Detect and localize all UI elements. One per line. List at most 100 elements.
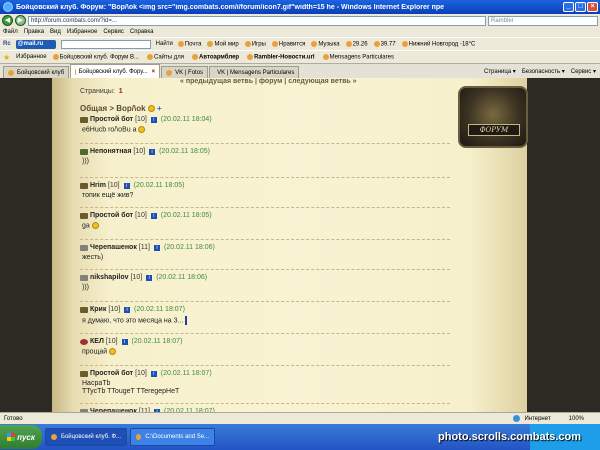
info-icon[interactable]: i: [123, 182, 130, 189]
info-icon[interactable]: i: [154, 244, 160, 251]
post-author[interactable]: Крик: [90, 306, 106, 313]
menu-item-1[interactable]: Правка: [24, 29, 44, 35]
post-author[interactable]: Простой бот: [90, 370, 133, 377]
forward-button[interactable]: ▶: [15, 15, 26, 26]
clan-icon[interactable]: [80, 370, 88, 377]
post-author[interactable]: Простой бот: [90, 116, 133, 123]
favorites-star-icon[interactable]: ★: [3, 53, 10, 62]
post-text: топик ещё жив?: [80, 192, 460, 199]
menu-item-3[interactable]: Избранное: [67, 29, 97, 35]
post-divider: [80, 143, 450, 144]
clan-icon[interactable]: [80, 274, 88, 281]
clan-icon[interactable]: [80, 306, 88, 313]
menu-item-4[interactable]: Сервис: [103, 29, 124, 35]
favorites-label[interactable]: Избранное: [16, 54, 46, 60]
back-button[interactable]: ◀: [2, 15, 13, 26]
tab-close-icon[interactable]: ×: [152, 69, 156, 75]
clan-icon[interactable]: [80, 212, 88, 219]
clan-icon[interactable]: [80, 338, 88, 345]
post-header: Простой бот [10] i (20.02.11 18:04): [80, 116, 460, 123]
post-author[interactable]: nikshapilov: [90, 274, 129, 281]
menu-item-0[interactable]: Файл: [3, 29, 18, 35]
start-button[interactable]: пуск: [0, 425, 42, 449]
browser-tab[interactable]: Бойцовский клуб: [3, 66, 70, 78]
page-link[interactable]: 1: [119, 88, 123, 95]
clan-icon[interactable]: [80, 148, 88, 155]
taskbar-button-label: Бойцовский клуб. Ф...: [61, 434, 122, 440]
thread-nav-links[interactable]: « предыдущая ветвь | форум | следующая в…: [180, 78, 357, 85]
browser-tab[interactable]: VK | Mensagens Particulares: [209, 66, 300, 78]
toolbar-item-label: Нижний Новгород -18°C: [408, 41, 476, 48]
forum-post: Hrim [10] i (20.02.11 18:05) топик ещё жив?: [80, 182, 460, 199]
toolbar-search-input[interactable]: [60, 39, 151, 49]
search-toolbar: Rc @mail.ru Найти Почта Мой мир Игры Нравит…: [0, 37, 600, 50]
post-author[interactable]: КЕЛ: [90, 338, 104, 345]
breadcrumb: Общая > Вор/\ok +: [80, 104, 162, 113]
minimize-button[interactable]: _: [563, 2, 574, 12]
clan-icon[interactable]: [80, 116, 88, 123]
post-level: [10]: [107, 182, 120, 189]
smile-icon: [91, 222, 99, 229]
post-divider: [80, 365, 450, 366]
post-header: Крик [10] i (20.02.11 18:07): [80, 306, 460, 313]
toolbar-item[interactable]: 29.26: [345, 40, 368, 47]
favorite-label: Сайты для: [153, 54, 185, 61]
find-button[interactable]: Найти: [156, 41, 173, 47]
taskbar-app-icon: [51, 434, 57, 440]
command-bar-item[interactable]: Страница ▾: [484, 68, 516, 75]
taskbar-button[interactable]: Бойцовский клуб. Ф...: [45, 428, 128, 446]
info-icon[interactable]: i: [124, 306, 131, 313]
browser-tab[interactable]: VK | Fotos: [161, 66, 209, 78]
toolbar-item-label: Музыка: [318, 41, 340, 48]
post-author[interactable]: Простой бот: [90, 212, 133, 219]
info-icon[interactable]: i: [150, 370, 157, 377]
browser-tab[interactable]: Бойцовский клуб. Фору... ×: [70, 64, 161, 78]
toolbar-item[interactable]: 39.77: [373, 40, 396, 47]
tab-label: Бойцовский клуб. Фору...: [78, 68, 148, 75]
search-input[interactable]: Rambler: [488, 15, 598, 26]
breadcrumb-text[interactable]: Общая > Вор/\ok: [80, 104, 146, 113]
post-author[interactable]: Непонятная: [90, 148, 131, 155]
zoom-level[interactable]: 100%: [569, 416, 584, 422]
favorite-label: Mensagens Particulares: [329, 54, 394, 61]
post-level: [10]: [133, 148, 146, 155]
menu-item-5[interactable]: Справка: [130, 29, 154, 35]
maximize-button[interactable]: □: [575, 2, 586, 12]
info-icon[interactable]: i: [146, 274, 153, 281]
clan-icon[interactable]: [80, 182, 88, 189]
close-button[interactable]: ×: [587, 2, 598, 12]
info-icon[interactable]: i: [150, 212, 157, 219]
toolbar-item[interactable]: Мой мир: [207, 40, 239, 47]
info-icon[interactable]: i: [149, 148, 156, 155]
plus-icon[interactable]: +: [157, 104, 162, 113]
toolbar-item[interactable]: Нравится: [271, 40, 305, 47]
address-input[interactable]: http://forum.combats.com/?id=...: [28, 15, 486, 26]
toolbar-item[interactable]: Игры: [244, 40, 266, 47]
forum-post: Черепашенок [11] i (20.02.11 18:06) жесть): [80, 244, 460, 261]
mail-search-field[interactable]: @mail.ru: [15, 39, 56, 49]
command-bar-item[interactable]: Безопасность ▾: [522, 68, 565, 75]
toolbar-item-icon: [244, 40, 251, 47]
taskbar-button[interactable]: C:\Documents and Se...: [130, 428, 216, 446]
favorite-link[interactable]: Mensagens Particulares: [322, 53, 394, 61]
favorite-link[interactable]: Сайты для: [146, 53, 185, 61]
menu-item-2[interactable]: Вид: [50, 29, 61, 35]
forum-emblem-label: ФОРУМ: [468, 124, 520, 136]
toolbar-item[interactable]: Музыка: [311, 40, 340, 48]
toolbar-item[interactable]: Почта: [177, 40, 201, 47]
favorite-link[interactable]: Автоармблер: [192, 53, 239, 60]
command-bar-item[interactable]: Сервис ▾: [571, 68, 596, 75]
text-cursor: [185, 316, 188, 325]
toolbar-logo[interactable]: Rc: [3, 41, 11, 47]
toolbar-item-icon: [271, 40, 278, 47]
forum-post: Непонятная [10] i (20.02.11 18:05)))): [80, 148, 460, 165]
post-header: Простой бот [10] i (20.02.11 18:05): [80, 212, 460, 219]
post-author[interactable]: Черепашенок: [90, 244, 137, 251]
info-icon[interactable]: i: [150, 116, 157, 123]
toolbar-item[interactable]: Нижний Новгород -18°C: [401, 40, 476, 48]
clan-icon[interactable]: [80, 244, 88, 251]
info-icon[interactable]: i: [121, 338, 128, 345]
post-author[interactable]: Hrim: [90, 182, 106, 189]
favorite-link[interactable]: Rambler-Новости.url: [247, 53, 315, 60]
favorite-link[interactable]: Бойцовский клуб. Форум В...: [52, 53, 139, 60]
